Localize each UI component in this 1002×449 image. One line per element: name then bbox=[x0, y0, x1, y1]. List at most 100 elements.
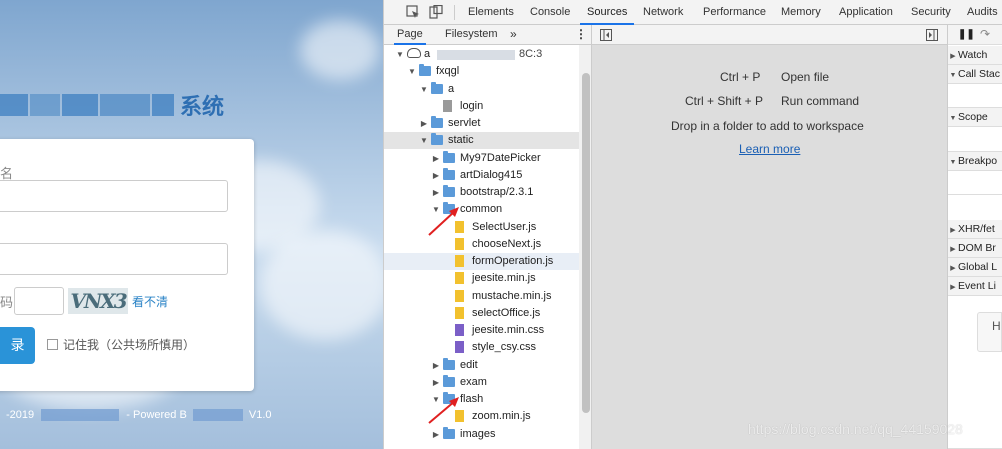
refresh-captcha-link[interactable]: 看不清 bbox=[132, 293, 168, 310]
watermark-text: https://blog.csdn.net/qq_44159028 bbox=[748, 421, 963, 437]
tree-folder-item[interactable]: ▼ a 8C:3 bbox=[384, 46, 579, 63]
expand-arrow-right-icon[interactable]: ▶ bbox=[432, 184, 440, 201]
expand-arrow-right-icon[interactable]: ▶ bbox=[420, 115, 428, 132]
side-widget[interactable]: H bbox=[977, 312, 1002, 352]
debugger-section-header[interactable]: ▼ Call Stac bbox=[948, 65, 1002, 84]
debugger-section-header[interactable]: ▶ Watch bbox=[948, 46, 1002, 65]
tree-file-item[interactable]: style_csy.css bbox=[384, 339, 579, 356]
debugger-section-header[interactable]: ▶ XHR/fet bbox=[948, 220, 1002, 239]
tab-audits[interactable]: Audits bbox=[967, 0, 998, 25]
tab-filesystem[interactable]: Filesystem bbox=[445, 25, 498, 45]
debugger-section-label: DOM Br bbox=[958, 242, 996, 254]
tab-network[interactable]: Network bbox=[643, 0, 683, 25]
tree-folder-item[interactable]: ▼ static bbox=[384, 132, 579, 150]
tree-folder-item[interactable]: ▶ exam bbox=[384, 374, 579, 391]
more-tabs-icon[interactable]: » bbox=[510, 25, 517, 45]
tree-folder-item[interactable]: ▶ images bbox=[384, 426, 579, 443]
debugger-section-header[interactable]: ▼ Scope bbox=[948, 108, 1002, 127]
tree-file-item[interactable]: jeesite.min.js bbox=[384, 270, 579, 287]
tree-file-item[interactable]: login bbox=[384, 98, 579, 115]
tab-page[interactable]: Page bbox=[394, 25, 426, 45]
expand-arrow-right-icon[interactable]: ▶ bbox=[432, 374, 440, 391]
tree-file-item[interactable]: SelectUser.js bbox=[384, 219, 579, 236]
folder-icon bbox=[443, 357, 455, 370]
toggle-debugger-icon[interactable] bbox=[926, 29, 938, 41]
login-button[interactable]: 录 bbox=[0, 327, 35, 364]
inspect-element-icon[interactable] bbox=[406, 5, 420, 19]
expand-arrow-down-icon[interactable]: ▼ bbox=[948, 110, 958, 128]
debugger-section-header[interactable]: ▶ DOM Br bbox=[948, 239, 1002, 258]
expand-arrow-right-icon[interactable]: ▶ bbox=[948, 222, 958, 240]
expand-arrow-down-icon[interactable]: ▼ bbox=[948, 154, 958, 172]
tree-item-label: fxqgl bbox=[436, 65, 460, 78]
learn-more-link[interactable]: Learn more bbox=[739, 142, 800, 156]
js-file-icon bbox=[455, 289, 464, 302]
shortcut-run-command-keys: Ctrl + Shift + P bbox=[685, 94, 764, 108]
tab-performance[interactable]: Performance bbox=[703, 0, 766, 25]
debugger-section-label: Call Stac bbox=[958, 68, 1001, 80]
tree-file-item[interactable]: selectOffice.js bbox=[384, 305, 579, 322]
tree-file-item[interactable]: chooseNext.js bbox=[384, 236, 579, 253]
debugger-section-header[interactable]: ▼ Breakpo bbox=[948, 152, 1002, 171]
expand-arrow-right-icon[interactable]: ▶ bbox=[948, 260, 958, 278]
expand-arrow-right-icon[interactable]: ▶ bbox=[432, 150, 440, 167]
captcha-input[interactable] bbox=[14, 287, 64, 315]
username-input[interactable] bbox=[0, 180, 228, 212]
expand-arrow-right-icon[interactable]: ▶ bbox=[948, 279, 958, 297]
tree-folder-item[interactable]: ▶ My97DatePicker bbox=[384, 150, 579, 167]
tree-file-item[interactable]: formOperation.js bbox=[384, 253, 579, 271]
device-toolbar-icon[interactable] bbox=[429, 5, 443, 19]
expand-arrow-down-icon[interactable]: ▼ bbox=[420, 132, 428, 149]
navigator-scrollbar[interactable] bbox=[579, 45, 591, 449]
blurred-text bbox=[30, 94, 60, 116]
expand-arrow-right-icon[interactable]: ▶ bbox=[948, 48, 958, 66]
section-body bbox=[948, 127, 1002, 152]
toggle-navigator-icon[interactable] bbox=[600, 29, 612, 41]
kebab-menu-icon[interactable]: ⋮ bbox=[575, 25, 587, 45]
tree-folder-item[interactable]: ▶ bootstrap/2.3.1 bbox=[384, 184, 579, 201]
tab-console[interactable]: Console bbox=[530, 0, 570, 25]
tab-application[interactable]: Application bbox=[839, 0, 893, 25]
folder-icon bbox=[443, 374, 455, 387]
pause-icon[interactable]: ❚❚ bbox=[958, 26, 975, 44]
tree-item-label: style_csy.css bbox=[472, 341, 536, 354]
expand-arrow-down-icon[interactable]: ▼ bbox=[396, 46, 404, 63]
expand-arrow-right-icon[interactable]: ▶ bbox=[432, 167, 440, 184]
debugger-controls: ❚❚ ↷ bbox=[948, 25, 1002, 45]
section-body bbox=[948, 84, 1002, 108]
folder-icon bbox=[431, 133, 443, 146]
scrollbar-thumb[interactable] bbox=[582, 73, 590, 413]
tab-sources[interactable]: Sources bbox=[580, 0, 635, 25]
expand-arrow-down-icon[interactable]: ▼ bbox=[408, 63, 416, 80]
expand-arrow-right-icon[interactable]: ▶ bbox=[432, 357, 440, 374]
expand-arrow-down-icon[interactable]: ▼ bbox=[948, 67, 958, 85]
tree-folder-item[interactable]: ▼ fxqgl bbox=[384, 63, 579, 80]
tab-elements[interactable]: Elements bbox=[468, 0, 514, 25]
tab-security[interactable]: Security bbox=[911, 0, 951, 25]
captcha-image[interactable]: VNX3 bbox=[68, 288, 128, 314]
tree-file-item[interactable]: mustache.min.js bbox=[384, 288, 579, 305]
tree-file-item[interactable]: jeesite.min.css bbox=[384, 322, 579, 339]
tree-folder-item[interactable]: ▼ flash bbox=[384, 391, 579, 408]
navigator-tab-bar: Page Filesystem » ⋮ bbox=[384, 25, 591, 45]
tree-folder-item[interactable]: ▼ a bbox=[384, 81, 579, 98]
tree-folder-item[interactable]: ▶ servlet bbox=[384, 115, 579, 132]
js-file-icon bbox=[455, 237, 464, 250]
cloud-decoration bbox=[260, 230, 383, 340]
expand-arrow-right-icon[interactable]: ▶ bbox=[948, 241, 958, 259]
tab-memory[interactable]: Memory bbox=[781, 0, 821, 25]
folder-icon bbox=[431, 81, 443, 94]
expand-arrow-down-icon[interactable]: ▼ bbox=[420, 81, 428, 98]
step-over-icon[interactable]: ↷ bbox=[980, 25, 990, 43]
debugger-section-header[interactable]: ▶ Event Li bbox=[948, 277, 1002, 296]
drop-folder-hint: Drop in a folder to add to workspace bbox=[671, 119, 864, 133]
tree-item-label: static bbox=[448, 134, 474, 147]
footer-powered: - Powered B bbox=[126, 409, 187, 421]
tree-folder-item[interactable]: ▶ artDialog415 bbox=[384, 167, 579, 184]
tree-file-item[interactable]: zoom.min.js bbox=[384, 408, 579, 425]
tree-folder-item[interactable]: ▶ edit bbox=[384, 357, 579, 374]
remember-me-checkbox[interactable] bbox=[47, 339, 58, 350]
tree-folder-item[interactable]: ▼ common bbox=[384, 201, 579, 218]
password-input[interactable] bbox=[0, 243, 228, 275]
debugger-section-header[interactable]: ▶ Global L bbox=[948, 258, 1002, 277]
